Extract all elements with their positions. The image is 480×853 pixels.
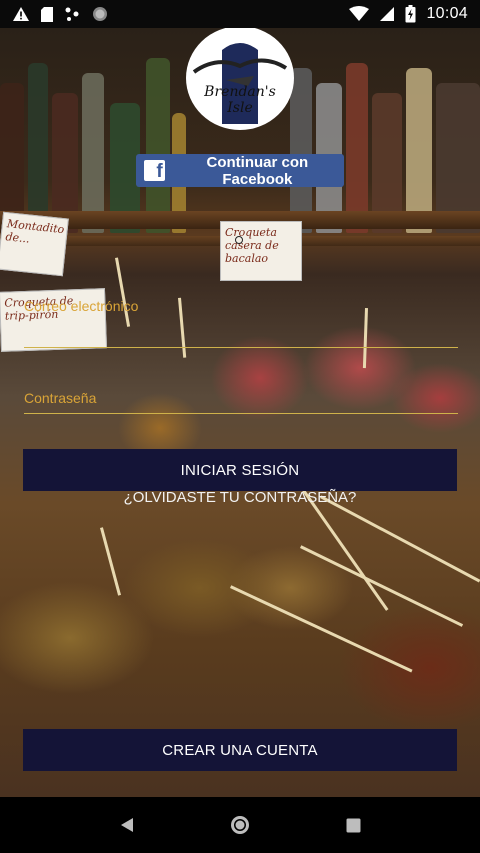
svg-text:Brendan's: Brendan's — [203, 84, 276, 100]
home-icon[interactable] — [220, 805, 260, 845]
login-button[interactable]: INICIAR SESIÓN — [23, 449, 457, 491]
create-account-label: CREAR UNA CUENTA — [162, 741, 318, 759]
facebook-icon: f — [144, 160, 165, 181]
facebook-button-label: Continuar con Facebook — [206, 153, 309, 188]
signal-icon — [379, 6, 395, 22]
status-bar: 10:04 — [0, 0, 480, 28]
forgot-password-link[interactable]: ¿OLVIDASTE TU CONTRASEÑA? — [0, 489, 480, 506]
recents-icon[interactable] — [333, 805, 373, 845]
password-placeholder: Contraseña — [24, 390, 97, 406]
menu-sign-3: Croqueta casera de bacalao — [220, 221, 302, 281]
navigation-bar — [0, 797, 480, 853]
sd-card-icon — [40, 6, 54, 23]
email-placeholder: Correo electrónico — [24, 298, 139, 314]
brendans-isle-logo: Brendan's Isle — [186, 26, 294, 130]
svg-text:Isle: Isle — [226, 100, 252, 116]
loading-indicator — [235, 236, 243, 244]
warning-icon — [12, 6, 30, 22]
menu-sign-1: Montadito de... — [0, 211, 69, 277]
create-account-button[interactable]: CREAR UNA CUENTA — [23, 729, 457, 771]
back-icon[interactable] — [107, 805, 147, 845]
circle-icon — [92, 6, 108, 22]
dots-icon — [64, 6, 82, 22]
login-button-label: INICIAR SESIÓN — [180, 461, 300, 479]
battery-icon — [405, 5, 416, 23]
status-time: 10:04 — [426, 5, 468, 22]
facebook-login-button[interactable]: f Continuar con Facebook — [136, 153, 344, 188]
wifi-icon — [349, 6, 370, 22]
